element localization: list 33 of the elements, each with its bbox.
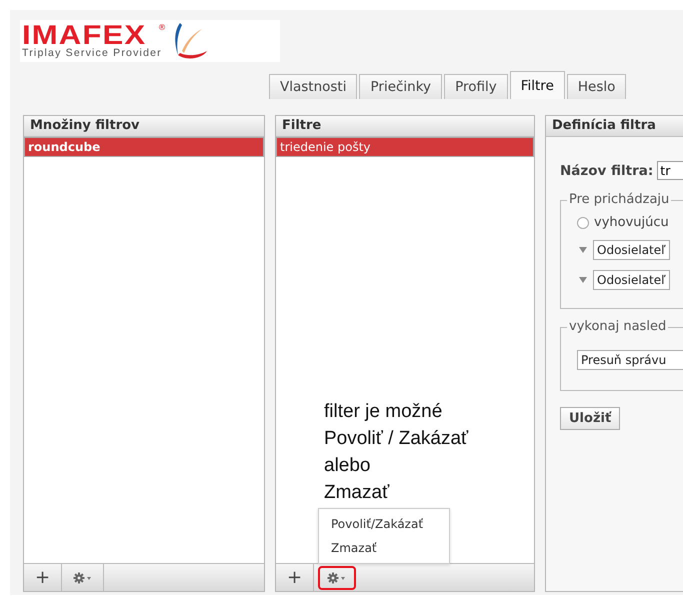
tab[interactable]: Filtre bbox=[510, 71, 565, 99]
panel-header: Filtre bbox=[276, 116, 534, 137]
tab[interactable]: Vlastnosti bbox=[269, 74, 358, 99]
tab[interactable]: Heslo bbox=[566, 74, 626, 99]
annotation-text: filter je možné Povoliť / Zakázať alebo Zmazať bbox=[324, 400, 468, 505]
settings-button[interactable] bbox=[318, 566, 356, 590]
tab[interactable]: Profily bbox=[444, 74, 508, 99]
list-item[interactable]: roundcube bbox=[24, 137, 264, 157]
caret-icon[interactable] bbox=[579, 277, 587, 283]
panel-header: Definícia filtra bbox=[546, 116, 683, 137]
add-button[interactable]: + bbox=[276, 564, 314, 591]
action-select[interactable]: Presuň správu bbox=[577, 350, 683, 370]
name-field[interactable]: tr bbox=[657, 161, 683, 180]
logo-tagline: Triplay Service Provider bbox=[22, 47, 163, 59]
list-item[interactable]: triedenie pošty bbox=[276, 137, 534, 157]
field-label: Názov filtra: bbox=[560, 162, 654, 178]
fieldset-legend: Pre prichádzaju bbox=[567, 192, 672, 207]
fieldset-legend: vykonaj nasled bbox=[567, 319, 668, 334]
radio-button[interactable] bbox=[577, 216, 589, 228]
menu-item[interactable]: Zmazať bbox=[319, 536, 449, 560]
gear-icon bbox=[327, 572, 347, 584]
caret-icon[interactable] bbox=[579, 247, 587, 253]
gear-icon bbox=[72, 572, 92, 584]
radio-label: vyhovujúcu bbox=[594, 215, 669, 230]
logo-name: IMAFEX bbox=[22, 23, 146, 47]
menu-item[interactable]: Povoliť/Zakázať bbox=[319, 512, 449, 536]
save-button[interactable]: Uložiť bbox=[560, 407, 620, 430]
tab[interactable]: Priečinky bbox=[359, 74, 442, 99]
registered-mark: ® bbox=[158, 23, 166, 32]
header-select[interactable]: Odosielateľ bbox=[593, 270, 670, 290]
panel-header: Množiny filtrov bbox=[24, 116, 264, 137]
add-button[interactable]: + bbox=[24, 564, 62, 591]
header-select[interactable]: Odosielateľ bbox=[593, 240, 670, 260]
